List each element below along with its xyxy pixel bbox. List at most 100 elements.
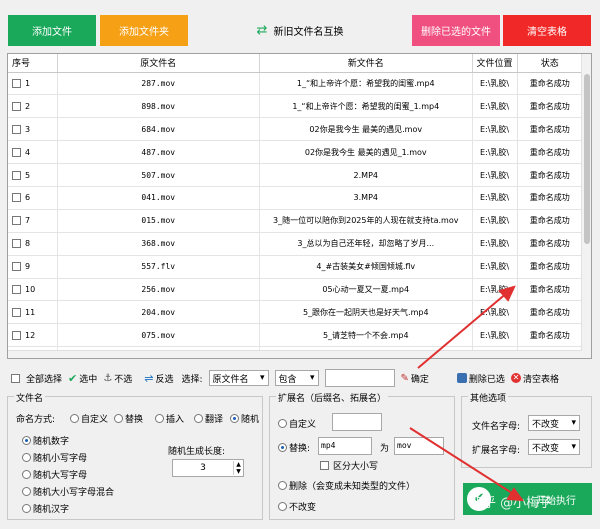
invert-button[interactable]: ⇌ 反选 (144, 372, 173, 385)
stepper-arrows-icon[interactable]: ▲ ▼ (233, 461, 243, 475)
row-number-cell[interactable]: 8 (8, 232, 58, 256)
mode-random-radio[interactable]: 随机 (230, 412, 259, 425)
row-checkbox[interactable] (12, 262, 21, 272)
chevron-down-icon: ▾ (259, 373, 265, 383)
radio-icon (230, 414, 239, 423)
length-stepper[interactable]: 3 ▲ ▼ (172, 459, 244, 477)
ext-delete-radio[interactable]: 删除（会变成未知类型的文件） (278, 479, 415, 492)
header-location[interactable]: 文件位置 (472, 54, 518, 73)
table-row[interactable]: 8 368.mov 3_总以为自己还年轻，却忽略了岁月... E:\乳胶\ 重命名成功 (8, 232, 584, 256)
mode-translate-radio[interactable]: 翻译 (194, 412, 223, 425)
row-checkbox[interactable] (12, 307, 21, 317)
other-options-title: 其他选项 (468, 391, 509, 404)
add-file-button[interactable]: 添加文件 (8, 15, 96, 46)
replace-to-input[interactable]: mov (394, 437, 444, 455)
row-checkbox[interactable] (12, 147, 21, 157)
swap-names-button[interactable]: ⇄ 新旧文件名互换 (250, 15, 350, 46)
header-original-name[interactable]: 原文件名 (57, 54, 260, 73)
ext-custom-input[interactable] (332, 413, 382, 431)
table-row[interactable]: 4 487.mov 02你是我今生 最美的遇见_1.mov E:\乳胶\ 重命名成功 (8, 140, 584, 165)
table-row[interactable]: 5 507.mov 2.MP4 E:\乳胶\ 重命名成功 (8, 163, 584, 187)
row-number-cell[interactable]: 1 (8, 72, 58, 96)
table-row[interactable]: 7 015.mov 3_随一位可以陪你到2025年的人现在就支持ta.mov E:\乳… (8, 209, 584, 233)
unselect-button[interactable]: ⚓ 不选 (103, 372, 132, 385)
row-number-cell[interactable]: 12 (8, 323, 58, 348)
ext-nochange-radio[interactable]: 不改变 (278, 500, 316, 513)
random-chinese-radio[interactable]: 随机汉字 (22, 502, 69, 515)
match-select[interactable]: 包含 ▾ (274, 370, 319, 386)
table-row[interactable]: 2 898.mov 1_“和上帝许个愿：希望我的闺蜜_1.mp4 E:\乳胶\ 重命名成… (8, 94, 584, 119)
status-cell: 重命名成功 (517, 278, 584, 302)
ext-custom-radio[interactable]: 自定义 (278, 417, 316, 430)
scroll-thumb[interactable] (584, 74, 590, 244)
filename-case-select[interactable]: 不改变 ▾ (528, 415, 580, 431)
header-new-name[interactable]: 新文件名 (259, 54, 473, 73)
case-sensitive-checkbox[interactable]: 区分大小写 (320, 459, 378, 472)
row-checkbox[interactable] (12, 330, 21, 340)
row-checkbox[interactable] (12, 216, 21, 226)
original-name-cell: 368.mov (57, 232, 260, 256)
original-name-cell: 015.mov (57, 209, 260, 233)
delete-selected-button[interactable]: 删除已选 (456, 372, 505, 385)
filename-panel: 文件名 命名方式: 自定义 替换 插入 翻译 随机 随机数字 随机小写字母 随机… (7, 391, 263, 520)
row-number-cell[interactable]: 11 (8, 300, 58, 325)
row-checkbox[interactable] (12, 78, 21, 88)
chevron-down-icon: ▾ (571, 418, 576, 428)
row-checkbox[interactable] (12, 239, 21, 249)
new-name-cell: 02你是我今生 最美的遇见.mov (259, 117, 473, 142)
table-row[interactable]: 11 204.mov 5_跟你在一起阴天也是好天气.mp4 E:\乳胶\ 重命名成功 (8, 300, 584, 325)
table-row[interactable]: 12 075.mov 5_请芝特一个不会.mp4 E:\乳胶\ 重命名成功 (8, 323, 584, 348)
row-checkbox[interactable] (12, 101, 21, 111)
swap-icon: ⇄ (256, 23, 268, 38)
row-number-cell[interactable]: 6 (8, 186, 58, 210)
mode-insert-radio[interactable]: 插入 (155, 412, 184, 425)
horizontal-scrollbar[interactable] (8, 350, 582, 358)
status-cell: 重命名成功 (517, 163, 584, 187)
row-number-cell[interactable]: 7 (8, 209, 58, 233)
mode-replace-radio[interactable]: 替换 (114, 412, 143, 425)
select-button[interactable]: ✔ 选中 (68, 372, 97, 385)
add-folder-button[interactable]: 添加文件夹 (100, 15, 188, 46)
header-status[interactable]: 状态 (517, 54, 584, 73)
confirm-button[interactable]: ✎ 确定 (401, 372, 429, 385)
row-checkbox[interactable] (12, 170, 21, 180)
table-row[interactable]: 6 041.mov 3.MP4 E:\乳胶\ 重命名成功 (8, 186, 584, 210)
row-checkbox[interactable] (12, 124, 21, 134)
delete-selected-files-button[interactable]: 删除已选的文件 (412, 15, 500, 46)
location-cell: E:\乳胶\ (472, 94, 518, 119)
row-number-cell[interactable]: 4 (8, 140, 58, 165)
table-row[interactable]: 3 684.mov 02你是我今生 最美的遇见.mov E:\乳胶\ 重命名成功 (8, 117, 584, 142)
select-all-checkbox[interactable]: 全部选择 (11, 372, 62, 385)
table-row[interactable]: 10 256.mov 05心动一夏又一夏.mp4 E:\乳胶\ 重命名成功 (8, 278, 584, 302)
row-checkbox[interactable] (12, 284, 21, 294)
random-lowercase-label: 随机小写字母 (33, 454, 88, 464)
table-row[interactable]: 1 287.mov 1_“和上帝许个愿：希望我的闺蜜.mp4 E:\乳胶\ 重命名成功 (8, 72, 584, 96)
case-sensitive-box[interactable] (320, 461, 329, 470)
random-mixedcase-radio[interactable]: 随机大小写字母混合 (22, 485, 114, 498)
filter-input[interactable] (324, 369, 395, 387)
ext-replace-radio[interactable]: 替换: (278, 441, 310, 454)
clear-table-small-button[interactable]: ✕ 清空表格 (510, 372, 559, 385)
table-row[interactable]: 9 557.flv 4_#古装美女#倾国倾城.flv E:\乳胶\ 重命名成功 (8, 255, 584, 279)
header-no[interactable]: 序号 (8, 54, 58, 73)
radio-icon (22, 504, 31, 513)
row-number-cell[interactable]: 5 (8, 163, 58, 187)
filename-case-label: 文件名字母: (472, 422, 521, 432)
row-number-cell[interactable]: 3 (8, 117, 58, 142)
replace-from-input[interactable]: mp4 (318, 437, 372, 455)
row-checkbox[interactable] (12, 193, 21, 203)
clear-table-button[interactable]: 清空表格 (503, 15, 591, 46)
row-number-cell[interactable]: 9 (8, 255, 58, 279)
field-select[interactable]: 原文件名 ▾ (208, 370, 269, 386)
row-number-cell[interactable]: 10 (8, 278, 58, 302)
row-number-cell[interactable]: 2 (8, 94, 58, 119)
random-uppercase-radio[interactable]: 随机大写字母 (22, 468, 87, 481)
vertical-scrollbar[interactable] (581, 54, 591, 358)
original-name-cell: 487.mov (57, 140, 260, 165)
random-lowercase-radio[interactable]: 随机小写字母 (22, 451, 87, 464)
extension-panel: 扩展名（后缀名、拓展名） 自定义 替换: mp4 为 mov 区分大小写 删除（… (269, 391, 455, 520)
random-digits-radio[interactable]: 随机数字 (22, 434, 69, 447)
ext-case-select[interactable]: 不改变 ▾ (528, 439, 580, 455)
mode-custom-radio[interactable]: 自定义 (70, 412, 108, 425)
select-all-box[interactable] (11, 373, 20, 383)
